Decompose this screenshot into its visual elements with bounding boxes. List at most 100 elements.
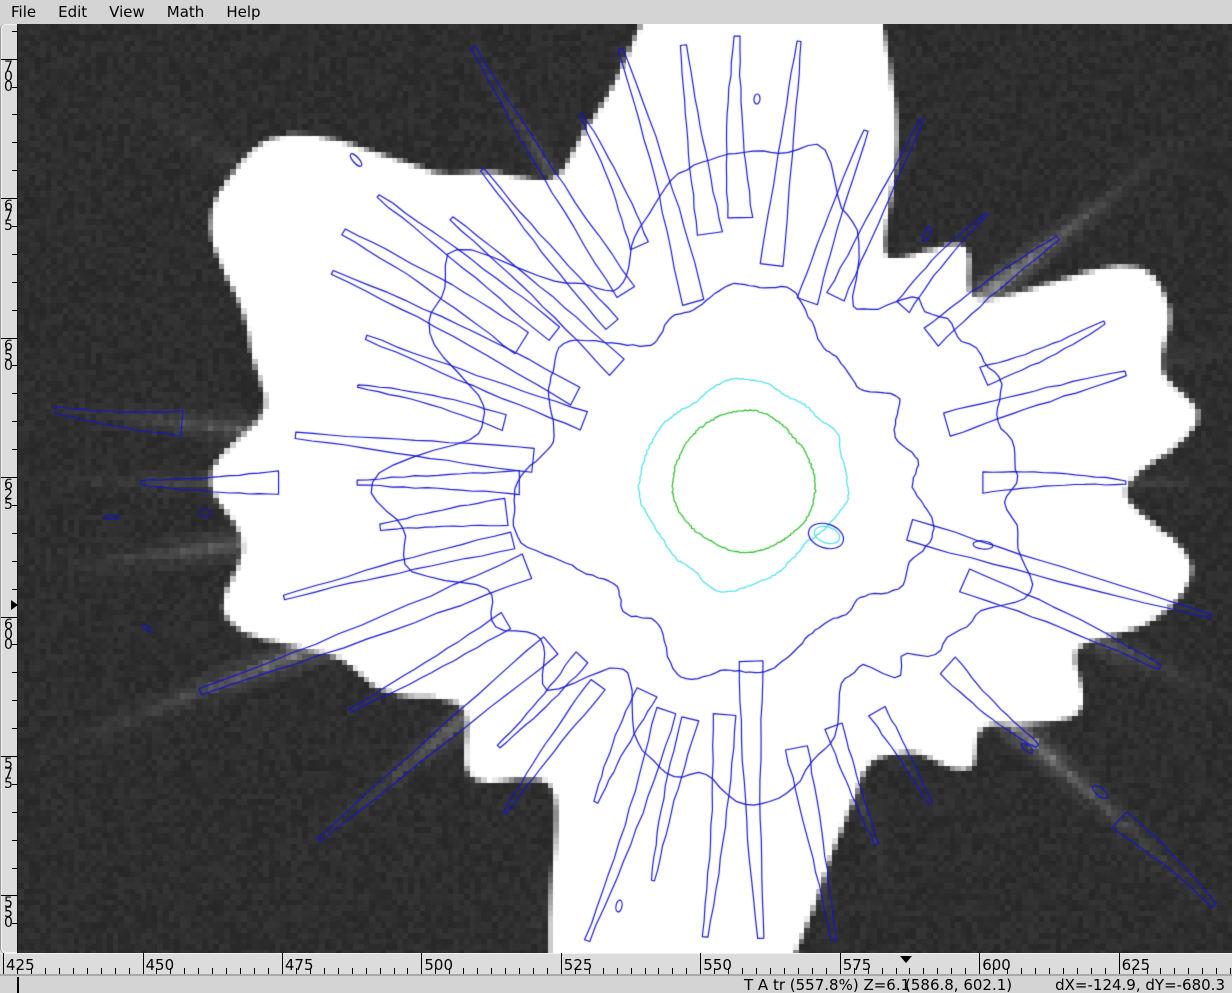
menu-view[interactable]: View [98, 1, 156, 23]
x-ruler-major-tick [143, 953, 144, 974]
x-ruler-minor-tick [1147, 968, 1148, 974]
x-ruler-minor-tick [1063, 968, 1064, 974]
status-delta: dX=-124.9, dY=-680.3 [1055, 976, 1225, 993]
x-ruler-minor-tick [617, 968, 618, 974]
x-ruler-minor-tick [993, 968, 994, 974]
x-ruler-minor-tick [310, 968, 311, 974]
x-ruler-minor-tick [1188, 968, 1189, 974]
x-ruler-minor-tick [798, 968, 799, 974]
x-ruler-minor-tick [1007, 968, 1008, 974]
menu-edit[interactable]: Edit [47, 1, 98, 23]
x-ruler-minor-tick [407, 968, 408, 974]
x-ruler-minor-tick [533, 968, 534, 974]
x-ruler-minor-tick [212, 968, 213, 974]
status-caret [17, 977, 19, 993]
x-ruler-minor-tick [1174, 968, 1175, 974]
x-ruler-minor-tick [658, 968, 659, 974]
menu-bar: File Edit View Math Help [0, 0, 1232, 24]
x-ruler-minor-tick [198, 968, 199, 974]
x-ruler-minor-tick [505, 968, 506, 974]
x-ruler-minor-tick [882, 968, 883, 974]
y-ruler-minor-tick [12, 31, 17, 32]
y-position-marker-icon [11, 600, 18, 610]
app-window: File Edit View Math Help 700675650625600… [0, 0, 1232, 993]
status-bar: T A tr (557.8%) Z=6.1 (586.8, 602.1) dX=… [0, 975, 1232, 993]
x-ruler-minor-tick [868, 968, 869, 974]
x-ruler-minor-tick [477, 968, 478, 974]
menu-help[interactable]: Help [215, 1, 271, 23]
x-ruler-minor-tick [519, 968, 520, 974]
x-ruler-minor-tick [1105, 968, 1106, 974]
x-ruler-minor-tick [826, 968, 827, 974]
x-ruler-minor-tick [854, 968, 855, 974]
x-ruler-minor-tick [575, 968, 576, 974]
x-ruler-minor-tick [268, 968, 269, 974]
y-ruler-minor-tick [12, 589, 17, 590]
x-ruler-minor-tick [784, 968, 785, 974]
x-ruler-minor-tick [756, 968, 757, 974]
x-ruler-minor-tick [1049, 968, 1050, 974]
x-ruler-minor-tick [352, 968, 353, 974]
x-ruler-minor-tick [254, 968, 255, 974]
x-ruler-minor-tick [1091, 968, 1092, 974]
x-ruler-minor-tick [129, 968, 130, 974]
y-ruler-minor-tick [12, 784, 17, 785]
x-ruler-minor-tick [937, 968, 938, 974]
y-ruler-minor-tick [12, 644, 17, 645]
menu-math[interactable]: Math [156, 1, 216, 23]
x-ruler-minor-tick [812, 968, 813, 974]
x-ruler-minor-tick [1230, 968, 1231, 974]
x-ruler-minor-tick [603, 968, 604, 974]
menu-file[interactable]: File [0, 1, 47, 23]
x-ruler-minor-tick [449, 968, 450, 974]
x-ruler-major-tick [979, 953, 980, 974]
x-ruler-major-tick [700, 953, 701, 974]
x-ruler-minor-tick [1021, 968, 1022, 974]
x-ruler-minor-tick [366, 968, 367, 974]
y-ruler-minor-tick [12, 672, 17, 673]
x-ruler-minor-tick [645, 968, 646, 974]
y-ruler-minor-tick [12, 310, 17, 311]
x-ruler-minor-tick [380, 968, 381, 974]
y-ruler-minor-tick [12, 533, 17, 534]
x-ruler-minor-tick [547, 968, 548, 974]
horizontal-ruler: 425450475500525550575600625 [0, 953, 1232, 975]
status-mode-zoom: T A tr (557.8%) Z=6.1 [744, 976, 910, 993]
x-ruler-major-tick [3, 953, 4, 974]
y-ruler-minor-tick [12, 505, 17, 506]
x-ruler-minor-tick [184, 968, 185, 974]
x-ruler-minor-tick [896, 968, 897, 974]
y-ruler-minor-tick [12, 728, 17, 729]
x-ruler-minor-tick [1160, 968, 1161, 974]
x-ruler-minor-tick [59, 968, 60, 974]
image-canvas[interactable] [18, 24, 1232, 953]
x-ruler-minor-tick [923, 968, 924, 974]
x-ruler-minor-tick [965, 968, 966, 974]
y-ruler-minor-tick [12, 868, 17, 869]
x-ruler-minor-tick [714, 968, 715, 974]
x-ruler-minor-tick [17, 968, 18, 974]
y-ruler-minor-tick [12, 812, 17, 813]
y-ruler-minor-tick [12, 923, 17, 924]
x-ruler-minor-tick [589, 968, 590, 974]
y-ruler-minor-tick [12, 226, 17, 227]
x-ruler-minor-tick [770, 968, 771, 974]
x-ruler-minor-tick [1202, 968, 1203, 974]
y-ruler-minor-tick [12, 254, 17, 255]
x-ruler-minor-tick [170, 968, 171, 974]
x-ruler-minor-tick [338, 968, 339, 974]
y-ruler-minor-tick [12, 421, 17, 422]
y-ruler-minor-tick [12, 840, 17, 841]
x-ruler-minor-tick [1133, 968, 1134, 974]
x-ruler-minor-tick [31, 968, 32, 974]
x-ruler-major-tick [1119, 953, 1120, 974]
x-ruler-minor-tick [296, 968, 297, 974]
x-ruler-major-tick [421, 953, 422, 974]
x-ruler-minor-tick [951, 968, 952, 974]
x-ruler-minor-tick [909, 968, 910, 974]
y-ruler-minor-tick [12, 393, 17, 394]
x-ruler-major-tick [282, 953, 283, 974]
y-ruler-minor-tick [12, 114, 17, 115]
x-ruler-minor-tick [240, 968, 241, 974]
x-ruler-major-tick [561, 953, 562, 974]
